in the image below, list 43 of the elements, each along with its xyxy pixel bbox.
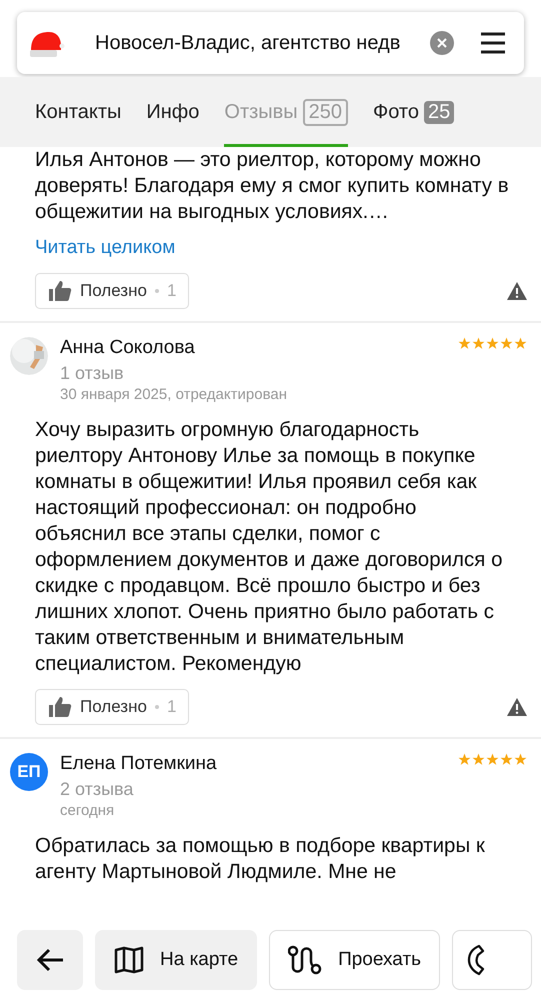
author-name[interactable]: Елена Потемкина bbox=[60, 753, 458, 775]
warning-icon[interactable] bbox=[507, 282, 527, 300]
useful-button[interactable]: Полезно 1 bbox=[35, 689, 190, 725]
star-icon bbox=[514, 753, 527, 766]
review-text: Хочу выразить огромную благодарность риелтору Антонову Илье за помощь в покупке комнаты в общежитии! Илья проявил себя как настоящий профессионал: он подробно объяснил все этапы сделки, помог с оформлением документов и даже договорился о скидке с продавцом. Всё прошло быстро и без лишних хлопот. Очень приятно было работать с таким ответственным и внимательным специалистом. Рекомендую bbox=[35, 417, 504, 677]
star-icon bbox=[472, 753, 485, 766]
review-count: 2 отзыва bbox=[60, 779, 134, 800]
star-icon bbox=[486, 337, 499, 350]
useful-button[interactable]: Полезно 1 bbox=[35, 273, 190, 309]
map-icon bbox=[114, 946, 144, 974]
star-icon bbox=[458, 753, 471, 766]
star-icon bbox=[458, 337, 471, 350]
thumbs-up-icon bbox=[48, 696, 72, 718]
menu-icon[interactable] bbox=[480, 32, 506, 54]
phone-icon bbox=[467, 944, 486, 976]
review-count: 1 отзыв bbox=[60, 363, 125, 384]
tab[interactable]: Инфо bbox=[146, 77, 200, 147]
review-text: Илья Антонов — это риелтор, которому можно доверять! Благодаря ему я смог купить комнату в общежитии на выгодных условиях.… bbox=[35, 147, 510, 225]
review-text: Обратилась за помощью в подборе квартиры к агенту Мартыновой Людмиле. Мне не bbox=[35, 833, 486, 885]
back-button[interactable] bbox=[17, 930, 83, 990]
call-button[interactable] bbox=[452, 930, 532, 990]
back-arrow-icon bbox=[36, 948, 64, 972]
route-button[interactable]: Проехать bbox=[269, 930, 440, 990]
review-date: 30 января 2025, отредактирован bbox=[60, 386, 288, 403]
map-button[interactable]: На карте bbox=[95, 930, 258, 990]
star-icon bbox=[500, 337, 513, 350]
star-icon bbox=[486, 753, 499, 766]
clear-icon[interactable] bbox=[430, 31, 454, 55]
separator-dot bbox=[154, 289, 159, 293]
tab[interactable]: Фото 25 bbox=[373, 77, 454, 147]
thumbs-up-icon bbox=[48, 280, 72, 302]
search-field[interactable]: Новосел-Владис, агентство недв bbox=[95, 32, 420, 54]
route-icon bbox=[288, 945, 322, 975]
star-icon bbox=[472, 337, 485, 350]
star-icon bbox=[500, 753, 513, 766]
avatar: ЕП bbox=[10, 753, 48, 791]
read-more-link[interactable]: Читать целиком bbox=[35, 237, 527, 259]
author-name[interactable]: Анна Соколова bbox=[60, 337, 458, 359]
warning-icon[interactable] bbox=[507, 698, 527, 716]
tab[interactable]: Контакты bbox=[35, 77, 122, 147]
separator-dot bbox=[154, 705, 159, 709]
review-date: сегодня bbox=[60, 802, 116, 819]
star-icon bbox=[514, 337, 527, 350]
